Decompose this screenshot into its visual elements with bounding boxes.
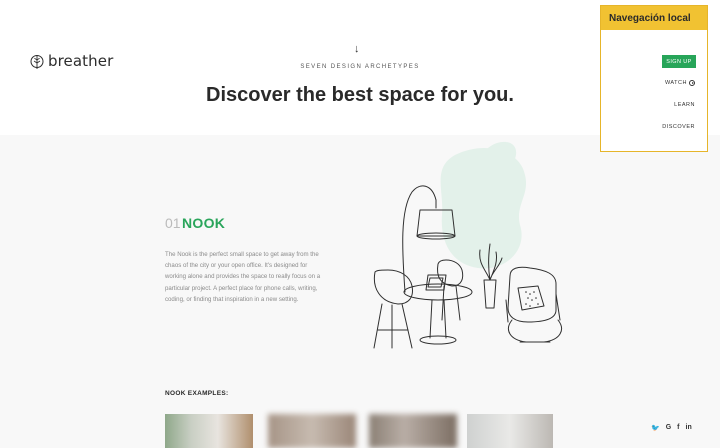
watch-link[interactable]: WATCH <box>665 80 695 86</box>
archetype-number: 01 <box>165 215 181 231</box>
archetype-description: The Nook is the perfect small space to g… <box>165 251 321 303</box>
facebook-icon[interactable]: f <box>677 424 679 432</box>
discover-link[interactable]: DISCOVER <box>662 124 695 130</box>
social-links: 🐦 G f in <box>651 424 692 432</box>
examples-label: NOOK EXAMPLES: <box>165 390 229 397</box>
local-nav-header: Navegación local <box>601 6 707 30</box>
archetype-title: NOOK <box>182 215 226 231</box>
example-thumbnail[interactable] <box>467 414 553 448</box>
example-thumbnail[interactable] <box>165 414 253 448</box>
linkedin-icon[interactable]: in <box>686 424 692 432</box>
sign-up-button[interactable]: SIGN UP <box>662 55 696 68</box>
learn-link[interactable]: LEARN <box>674 102 695 108</box>
nook-illustration <box>373 185 562 349</box>
local-navigation-panel: Navegación local SIGN UP WATCH LEARN DIS… <box>600 5 708 152</box>
play-icon <box>689 80 695 86</box>
example-thumbnail[interactable] <box>268 414 356 448</box>
google-icon[interactable]: G <box>666 424 671 432</box>
watch-label: WATCH <box>664 80 687 86</box>
twitter-icon[interactable]: 🐦 <box>651 424 660 432</box>
example-thumbnail[interactable] <box>369 414 457 448</box>
